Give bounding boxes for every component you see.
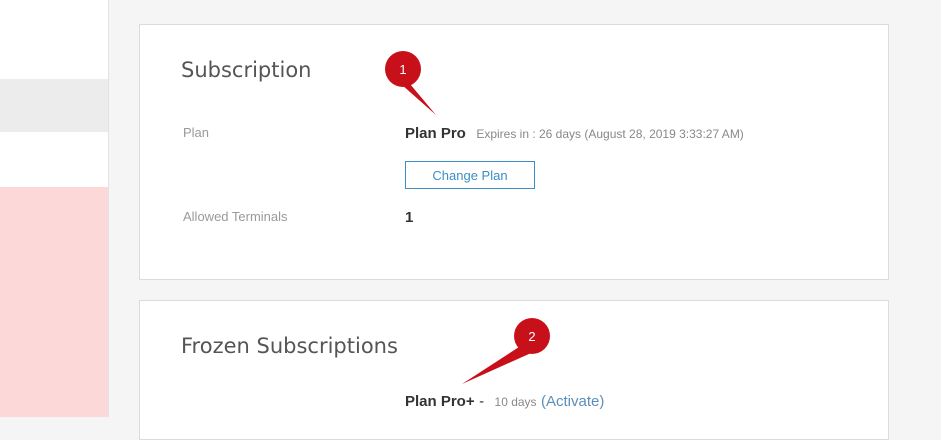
- plan-name: Plan Pro: [405, 125, 466, 142]
- sidebar-selected-item[interactable]: [0, 79, 108, 132]
- activate-link[interactable]: (Activate): [541, 393, 604, 410]
- allowed-terminals-label: Allowed Terminals: [183, 209, 288, 224]
- subscription-card: Subscription Plan Plan Pro Expires in : …: [139, 24, 889, 280]
- plan-value: Plan Pro Expires in : 26 days (August 28…: [405, 125, 744, 143]
- frozen-subscriptions-title: Frozen Subscriptions: [181, 334, 398, 358]
- subscription-title: Subscription: [181, 58, 312, 82]
- frozen-plan-separator: -: [479, 393, 485, 410]
- plan-label: Plan: [183, 125, 210, 140]
- allowed-terminals-value: 1: [405, 209, 414, 226]
- sidebar-highlight-area: [0, 187, 108, 417]
- frozen-plan-name: Plan Pro+: [405, 393, 475, 410]
- frozen-subscriptions-card: Frozen Subscriptions Plan Pro+ - 10 days…: [139, 300, 889, 440]
- change-plan-button[interactable]: Change Plan: [405, 161, 535, 189]
- frozen-plan-days: 10 days: [494, 395, 537, 409]
- frozen-plan-row: Plan Pro+ - 10 days (Activate): [405, 393, 604, 411]
- plan-expiry: Expires in : 26 days (August 28, 2019 3:…: [476, 127, 744, 141]
- sidebar: [0, 0, 109, 417]
